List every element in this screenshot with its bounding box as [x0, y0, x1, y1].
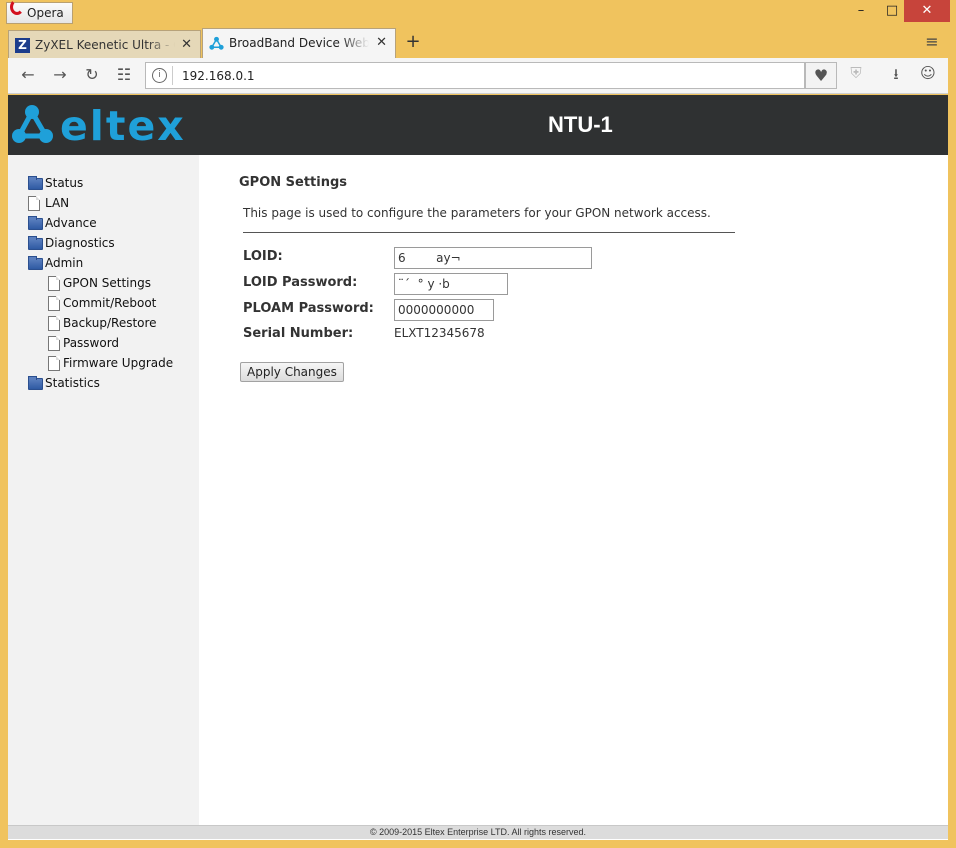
- tab-broadband-device[interactable]: BroadBand Device Webser ✕: [202, 28, 396, 58]
- sidebar-item-label: Statistics: [45, 376, 100, 390]
- reload-icon[interactable]: ↻: [80, 64, 104, 86]
- folder-icon: [28, 376, 43, 390]
- loid-label: LOID:: [243, 249, 283, 264]
- serial-number-label: Serial Number:: [243, 326, 354, 341]
- document-icon: [48, 276, 60, 291]
- folder-icon: [28, 216, 43, 230]
- zyxel-favicon-icon: Z: [15, 38, 30, 53]
- sidebar: Status LAN Advance Diagnostics Admin GPON Set…: [8, 155, 199, 825]
- eltex-wordmark: eltex: [60, 103, 186, 147]
- ploam-password-label: PLOAM Password:: [243, 301, 374, 316]
- opera-logo-icon: [10, 0, 24, 15]
- address-separator: [172, 66, 173, 85]
- shield-icon[interactable]: ⛨: [844, 64, 868, 86]
- sidebar-item-admin[interactable]: Admin: [28, 253, 173, 273]
- sidebar-item-firmware-upgrade[interactable]: Firmware Upgrade: [48, 353, 173, 373]
- sidebar-item-diagnostics[interactable]: Diagnostics: [28, 233, 173, 253]
- tab-title: BroadBand Device Webser: [229, 36, 369, 50]
- sidebar-item-label: GPON Settings: [63, 276, 151, 290]
- forward-icon[interactable]: →: [48, 64, 72, 86]
- opera-menu-label: Opera: [27, 6, 64, 20]
- sidebar-item-advance[interactable]: Advance: [28, 213, 173, 233]
- page-description: This page is used to configure the param…: [243, 206, 711, 220]
- ploam-password-input[interactable]: [394, 299, 494, 321]
- page-title: GPON Settings: [239, 175, 348, 190]
- main-content: GPON Settings This page is used to confi…: [199, 155, 948, 825]
- sidebar-item-label: Backup/Restore: [63, 316, 157, 330]
- tab-zyxel[interactable]: Z ZyXEL Keenetic Ultra - Con ✕: [8, 30, 201, 58]
- site-info-icon[interactable]: i: [152, 68, 167, 83]
- document-icon: [48, 296, 60, 311]
- serial-number-value: ELXT12345678: [394, 326, 485, 340]
- divider: [243, 232, 735, 233]
- download-icon[interactable]: ⭳: [884, 64, 908, 86]
- speed-dial-icon[interactable]: ☷: [112, 64, 136, 86]
- address-bar[interactable]: i: [145, 62, 805, 89]
- sidebar-item-password[interactable]: Password: [48, 333, 173, 353]
- tab-close-icon[interactable]: ✕: [181, 31, 192, 58]
- nav-tree: Status LAN Advance Diagnostics Admin GPON Set…: [28, 173, 173, 393]
- folder-icon: [28, 176, 43, 190]
- sidebar-item-label: Password: [63, 336, 120, 350]
- new-tab-button[interactable]: +: [402, 30, 424, 56]
- tab-menu-icon[interactable]: ≡: [922, 32, 942, 52]
- sidebar-item-label: Diagnostics: [45, 236, 115, 250]
- sidebar-item-label: Admin: [45, 256, 84, 270]
- page-viewport: eltex NTU-1 Status LAN Advance Diagnostics A…: [8, 95, 948, 840]
- document-icon: [48, 316, 60, 331]
- page-footer: © 2009-2015 Eltex Enterprise LTD. All ri…: [8, 825, 948, 839]
- loid-input[interactable]: [394, 247, 592, 269]
- sidebar-item-status[interactable]: Status: [28, 173, 173, 193]
- loid-password-input[interactable]: [394, 273, 508, 295]
- navigation-bar: ← → ↻ ☷ i ♥ ⛨ ⭳ ☺: [8, 58, 948, 94]
- folder-icon: [28, 256, 43, 270]
- back-icon[interactable]: ←: [16, 64, 40, 86]
- document-icon: [48, 356, 60, 371]
- sidebar-item-backup-restore[interactable]: Backup/Restore: [48, 313, 173, 333]
- page-header: eltex NTU-1: [8, 95, 948, 155]
- sidebar-item-label: Commit/Reboot: [63, 296, 157, 310]
- url-input[interactable]: [180, 65, 780, 86]
- sidebar-item-gpon-settings[interactable]: GPON Settings: [48, 273, 173, 293]
- loid-password-label: LOID Password:: [243, 275, 358, 290]
- eltex-favicon-icon: [209, 36, 224, 50]
- device-title: NTU-1: [548, 112, 613, 137]
- tab-strip: Z ZyXEL Keenetic Ultra - Con ✕ BroadBand…: [8, 28, 948, 58]
- opera-menu-button[interactable]: Opera: [6, 0, 73, 24]
- document-icon: [48, 336, 60, 351]
- sidebar-item-label: Firmware Upgrade: [63, 356, 174, 370]
- eltex-logo: eltex: [12, 103, 186, 147]
- heart-icon[interactable]: ♥: [805, 62, 837, 89]
- apply-changes-button[interactable]: Apply Changes: [240, 362, 344, 382]
- close-window-button[interactable]: ✕: [904, 0, 950, 22]
- sidebar-item-label: Advance: [45, 216, 97, 230]
- window-titlebar: Opera – □ ✕: [0, 0, 956, 28]
- sidebar-item-commit-reboot[interactable]: Commit/Reboot: [48, 293, 173, 313]
- tab-close-icon[interactable]: ✕: [376, 29, 387, 57]
- minimize-button[interactable]: –: [845, 0, 877, 22]
- sidebar-item-lan[interactable]: LAN: [28, 193, 173, 213]
- sidebar-item-label: Status: [45, 176, 84, 190]
- sidebar-item-label: LAN: [45, 196, 70, 210]
- document-icon: [28, 196, 40, 211]
- tab-title: ZyXEL Keenetic Ultra - Con: [35, 38, 175, 52]
- sidebar-item-statistics[interactable]: Statistics: [28, 373, 173, 393]
- folder-icon: [28, 236, 43, 250]
- account-icon[interactable]: ☺: [916, 64, 940, 86]
